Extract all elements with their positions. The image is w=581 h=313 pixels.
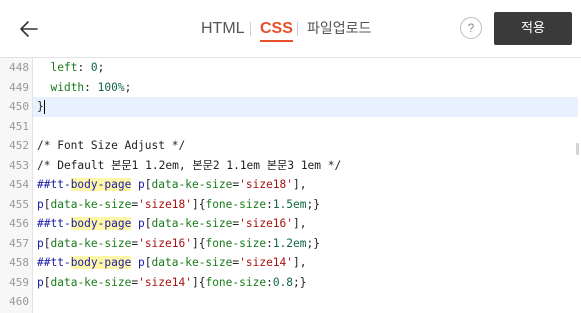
- editor-header: HTML CSS 파일업로드 ? 적용: [0, 0, 581, 58]
- active-line-highlight: [33, 97, 578, 117]
- code-text: p[data-ke-size='size14']{fone-size:0.8;}: [37, 275, 307, 289]
- line-number: 458: [9, 256, 29, 269]
- code-line: 452 /* Font Size Adjust */: [0, 136, 581, 156]
- code-line: 453 /* Default 본문1 1.2em, 본문2 1.1em 본문3 …: [0, 156, 581, 176]
- code-text: }: [37, 100, 45, 114]
- line-number: 460: [9, 295, 29, 308]
- tab-divider: [250, 22, 251, 36]
- code-line-active: 450 }: [0, 97, 581, 117]
- tab-file-upload[interactable]: 파일업로드: [307, 19, 371, 39]
- line-number: 451: [9, 119, 29, 133]
- line-number: 448: [9, 61, 29, 74]
- code-line: 448 left: 0;: [0, 58, 581, 78]
- code-text: ##tt-body-page p[data-ke-size='size16'],: [37, 217, 307, 230]
- code-line: 451: [0, 117, 581, 137]
- code-line: 449 width: 100%;: [0, 78, 581, 98]
- code-line: 457 p[data-ke-size='size16']{fone-size:1…: [0, 234, 581, 254]
- apply-button[interactable]: 적용: [494, 12, 572, 45]
- code-comment: /* Font Size Adjust */: [37, 139, 186, 152]
- code-line: 455 p[data-ke-size='size18']{fone-size:1…: [0, 195, 581, 215]
- help-button[interactable]: ?: [460, 17, 482, 39]
- line-number: 457: [9, 236, 29, 250]
- code-line: 458 ##tt-body-page p[data-ke-size='size1…: [0, 253, 581, 273]
- line-number: 452: [9, 139, 29, 152]
- code-line: 454 ##tt-body-page p[data-ke-size='size1…: [0, 175, 581, 195]
- line-number: 459: [9, 275, 29, 289]
- tab-css[interactable]: CSS: [260, 19, 293, 42]
- scrollbar-marker[interactable]: [576, 143, 579, 155]
- code-text: left: 0;: [50, 61, 105, 74]
- code-comment: /* Default 본문1 1.2em, 본문2 1.1em 본문3 1em …: [37, 158, 342, 172]
- line-number: 453: [9, 158, 29, 172]
- line-number: 449: [9, 80, 29, 94]
- code-editor[interactable]: 448 left: 0; 449 width: 100%; 450 } 451 …: [0, 58, 581, 313]
- code-text: ##tt-body-page p[data-ke-size='size14'],: [37, 256, 307, 269]
- line-number: 456: [9, 217, 29, 230]
- code-line: 460: [0, 292, 581, 312]
- code-text: p[data-ke-size='size16']{fone-size:1.2em…: [37, 236, 320, 250]
- tab-divider: [297, 22, 298, 36]
- code-text: ##tt-body-page p[data-ke-size='size18'],: [37, 178, 307, 191]
- code-text: width: 100%;: [50, 80, 132, 94]
- tab-css-label: CSS: [260, 20, 293, 37]
- line-number: 455: [9, 197, 29, 211]
- line-number: 450: [9, 100, 29, 113]
- active-tab-underline: [260, 40, 293, 42]
- code-line: 459 p[data-ke-size='size14']{fone-size:0…: [0, 273, 581, 293]
- tab-html[interactable]: HTML: [201, 19, 245, 39]
- code-line: 456 ##tt-body-page p[data-ke-size='size1…: [0, 214, 581, 234]
- code-text: p[data-ke-size='size18']{fone-size:1.5em…: [37, 197, 320, 211]
- line-number: 454: [9, 178, 29, 191]
- text-cursor: [43, 100, 45, 114]
